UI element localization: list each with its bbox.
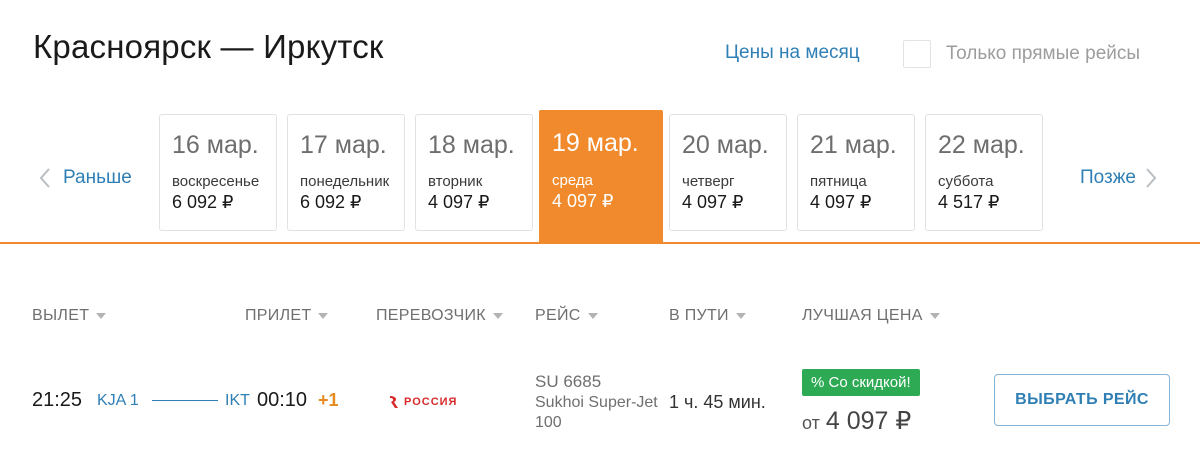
date-label: 20 мар. (682, 131, 769, 159)
carrier-name: РОССИЯ (404, 396, 458, 408)
earlier-label: Раньше (63, 167, 132, 188)
date-label: 16 мар. (172, 131, 259, 159)
flight-number: SU 6685 (535, 372, 602, 391)
earlier-dates-button[interactable]: Раньше (34, 164, 132, 192)
date-price: 4 097 ₽ (682, 192, 744, 212)
date-card-19-selected[interactable]: 19 мар. среда 4 097 ₽ (539, 110, 663, 242)
rossiya-airline-logo-icon (388, 395, 400, 409)
select-flight-button[interactable]: ВЫБРАТЬ РЕЙС (994, 374, 1170, 426)
weekday-label: среда (552, 172, 593, 189)
departure-time: 21:25 (32, 389, 83, 411)
date-price: 4 097 ₽ (428, 192, 490, 212)
weekday-label: понедельник (300, 173, 390, 190)
chevron-left-icon (34, 164, 56, 192)
sort-flight[interactable]: РЕЙС (535, 307, 598, 325)
sort-departure[interactable]: ВЫЛЕТ (32, 307, 107, 325)
price-value: 4 097 ₽ (825, 407, 912, 435)
date-label: 21 мар. (810, 131, 897, 159)
flight-duration: 1 ч. 45 мин. (669, 392, 766, 412)
sort-carrier[interactable]: ПЕРЕВОЗЧИК (376, 307, 503, 325)
sort-duration[interactable]: В ПУТИ (669, 307, 746, 325)
sort-best-price[interactable]: ЛУЧШАЯ ЦЕНА (802, 307, 940, 325)
date-price: 6 092 ₽ (172, 192, 234, 212)
column-label: ВЫЛЕТ (32, 307, 90, 324)
sort-caret-icon (929, 313, 940, 319)
next-day-indicator: +1 (318, 390, 339, 410)
weekday-label: пятница (810, 173, 867, 190)
weekday-label: суббота (938, 173, 994, 190)
column-label: РЕЙС (535, 307, 581, 324)
date-label: 17 мар. (300, 131, 387, 159)
date-card-22[interactable]: 22 мар. суббота 4 517 ₽ (925, 114, 1043, 231)
chevron-right-icon (1140, 164, 1162, 192)
date-card-16[interactable]: 16 мар. воскресенье 6 092 ₽ (159, 114, 277, 231)
date-card-20[interactable]: 20 мар. четверг 4 097 ₽ (669, 114, 787, 231)
date-price: 4 097 ₽ (552, 191, 614, 211)
date-label: 22 мар. (938, 131, 1025, 159)
page-title: Красноярск — Иркутск (33, 28, 384, 65)
month-prices-link[interactable]: Цены на месяц (725, 42, 860, 64)
carrier-logo: РОССИЯ (388, 394, 457, 410)
departure-airport-code: KJA 1 (97, 392, 139, 409)
date-price: 4 517 ₽ (938, 192, 1000, 212)
best-price: от 4 097 ₽ (802, 406, 911, 436)
column-label: ЛУЧШАЯ ЦЕНА (802, 307, 923, 324)
date-strip-divider (0, 242, 1200, 244)
later-label: Позже (1080, 167, 1136, 188)
weekday-label: вторник (428, 173, 483, 190)
route-line (152, 400, 218, 401)
column-label: ПЕРЕВОЗЧИК (376, 307, 486, 324)
weekday-label: четверг (682, 173, 735, 190)
column-label: ПРИЛЕТ (245, 307, 312, 324)
date-card-17[interactable]: 17 мар. понедельник 6 092 ₽ (287, 114, 405, 231)
date-label: 19 мар. (552, 129, 639, 157)
discount-badge: % Со скидкой! (802, 369, 920, 396)
sort-caret-icon (735, 313, 746, 319)
arrival-airport-code: IKT (225, 392, 250, 409)
date-price: 6 092 ₽ (300, 192, 362, 212)
sort-caret-icon (318, 313, 329, 319)
date-card-21[interactable]: 21 мар. пятница 4 097 ₽ (797, 114, 915, 231)
date-price: 4 097 ₽ (810, 192, 872, 212)
sort-caret-icon (587, 313, 598, 319)
sort-arrival[interactable]: ПРИЛЕТ (245, 307, 329, 325)
later-dates-button[interactable]: Позже (1080, 164, 1162, 192)
weekday-label: воскресенье (172, 173, 260, 190)
date-label: 18 мар. (428, 131, 515, 159)
aircraft-type: Sukhoi Super-Jet 100 (535, 394, 658, 431)
price-prefix: от (802, 413, 820, 433)
direct-flights-checkbox[interactable] (903, 40, 931, 68)
date-card-18[interactable]: 18 мар. вторник 4 097 ₽ (415, 114, 533, 231)
sort-caret-icon (492, 313, 503, 319)
direct-flights-label[interactable]: Только прямые рейсы (946, 43, 1140, 65)
column-label: В ПУТИ (669, 307, 729, 324)
arrival-time: 00:10 (257, 389, 308, 411)
sort-caret-icon (96, 313, 107, 319)
